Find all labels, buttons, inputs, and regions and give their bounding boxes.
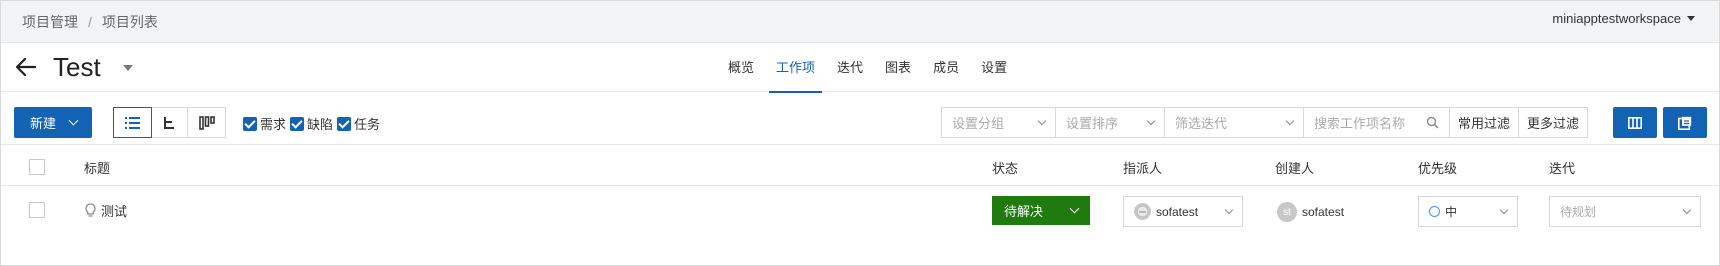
columns-icon [1628,116,1642,129]
more-filter-button[interactable]: 更多过滤 [1518,107,1589,138]
creator-name: sofatest [1302,205,1345,219]
view-switcher [113,107,226,138]
creator-avatar: st [1277,202,1297,222]
board-view-button[interactable] [188,108,225,137]
search-placeholder: 搜索工作项名称 [1314,116,1406,131]
project-header: Test 概览 工作项 迭代 图表 成员 设置 [1,44,1719,93]
header-priority: 优先级 [1418,161,1458,176]
check-defect[interactable]: 缺陷 [290,114,333,133]
list-view-icon [124,116,140,129]
sort-select-placeholder: 设置排序 [1066,116,1119,131]
columns-button[interactable] [1613,107,1657,138]
check-requirement-label: 需求 [260,117,287,132]
toolbar: 新建 需求 缺陷 任务 设置分组 设置排序 筛选迭代 搜索工作项名称 常用过滤 … [1,93,1719,145]
back-arrow-icon[interactable] [13,54,39,80]
chevron-down-icon [68,115,79,126]
checkbox-checked-icon [290,116,305,131]
avatar [1134,203,1151,220]
header-assignee: 指派人 [1123,161,1163,176]
export-icon [1678,116,1692,130]
select-all-checkbox[interactable] [29,159,45,175]
priority-ring-icon [1429,206,1440,217]
row-title[interactable]: 测试 [84,201,127,220]
chevron-down-icon [1069,203,1080,214]
new-button[interactable]: 新建 [14,107,92,138]
priority-label: 中 [1445,205,1458,219]
iteration-select[interactable]: 筛选迭代 [1164,107,1304,138]
project-switch-caret-icon[interactable] [123,65,133,71]
group-select-placeholder: 设置分组 [952,116,1005,131]
top-bar: 项目管理 / 项目列表 miniapptestworkspace [1,1,1719,43]
tab-overview[interactable]: 概览 [717,44,765,92]
iteration-label: 待规划 [1560,205,1597,219]
sort-select[interactable]: 设置排序 [1055,107,1165,138]
common-filter-button[interactable]: 常用过滤 [1449,107,1520,138]
check-defect-label: 缺陷 [307,117,334,132]
iteration-select-placeholder: 筛选迭代 [1175,116,1228,131]
header-status: 状态 [992,161,1019,176]
workspace-name: miniapptestworkspace [1552,11,1681,26]
assignee-name: sofatest [1156,204,1199,219]
row-title-text: 测试 [101,204,128,219]
priority-select[interactable]: 中 [1418,196,1518,227]
chevron-down-icon [1224,205,1234,215]
search-icon [1426,116,1439,129]
tab-charts[interactable]: 图表 [874,44,922,92]
tree-view-button[interactable] [151,108,188,137]
checkbox-checked-icon [337,116,352,131]
bulb-icon [85,203,96,217]
row-checkbox[interactable] [29,202,45,218]
breadcrumb-project-management[interactable]: 项目管理 [22,12,78,32]
filter-bar: 设置分组 设置排序 筛选迭代 搜索工作项名称 常用过滤 更多过滤 [941,107,1589,138]
chevron-down-icon [1037,116,1047,126]
breadcrumb-project-list[interactable]: 项目列表 [102,12,158,32]
assignee-select[interactable]: sofatest [1123,196,1243,227]
tab-workitems[interactable]: 工作项 [765,44,826,93]
tab-iterations[interactable]: 迭代 [826,44,874,92]
check-requirement[interactable]: 需求 [243,114,286,133]
chevron-down-icon [1285,116,1295,126]
tree-view-icon [164,116,174,129]
breadcrumb-separator: / [88,14,92,30]
project-title: Test [53,52,101,82]
tab-settings[interactable]: 设置 [970,44,1018,92]
workspace-switcher[interactable]: miniapptestworkspace [1552,11,1695,26]
check-task[interactable]: 任务 [337,114,380,133]
breadcrumb: 项目管理 / 项目列表 [22,12,158,32]
new-button-label: 新建 [30,116,57,131]
iteration-select-row[interactable]: 待规划 [1549,196,1701,227]
search-input[interactable]: 搜索工作项名称 [1303,107,1450,138]
type-filter-checks: 需求 缺陷 任务 [243,114,380,133]
status-label: 待解决 [1004,204,1044,219]
tab-members[interactable]: 成员 [922,44,970,92]
chevron-down-icon [1499,205,1509,215]
header-creator: 创建人 [1275,161,1315,176]
status-dropdown[interactable]: 待解决 [992,196,1090,225]
project-tabs: 概览 工作项 迭代 图表 成员 设置 [717,44,1018,93]
checkbox-checked-icon [243,116,257,131]
caret-down-icon [1687,16,1695,21]
board-view-icon [198,115,215,130]
chevron-down-icon [1146,116,1156,126]
check-task-label: 任务 [354,117,381,132]
list-view-button[interactable] [113,107,152,138]
header-title: 标题 [84,161,111,176]
group-select[interactable]: 设置分组 [941,107,1056,138]
header-iteration: 迭代 [1549,161,1576,176]
creator-cell: st sofatest [1277,202,1344,222]
table-row[interactable]: 测试 待解决 sofatest st sofatest 中 待规划 [1,187,1719,235]
chevron-down-icon [1682,205,1692,215]
export-button[interactable] [1663,107,1707,138]
table-header: 标题 状态 指派人 创建人 优先级 迭代 [1,146,1719,186]
app-window: 项目管理 / 项目列表 miniapptestworkspace Test 概览… [0,0,1720,266]
